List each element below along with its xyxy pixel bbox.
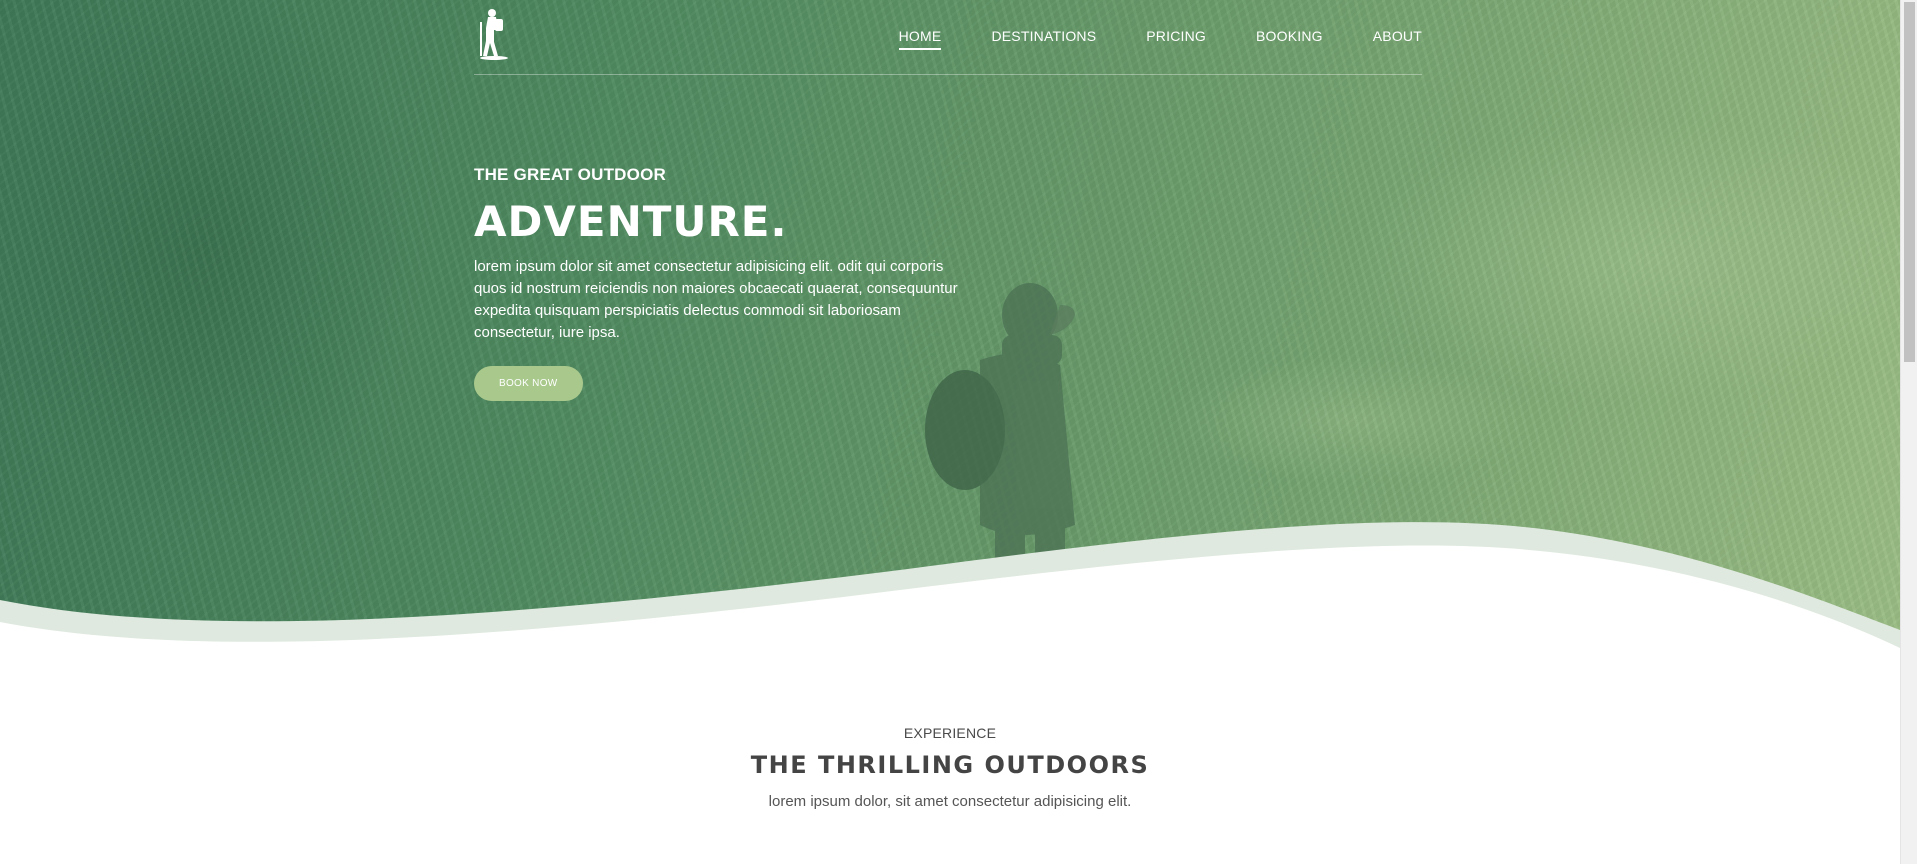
hero-lead-text: lorem ipsum dolor sit amet consectetur a…: [474, 258, 958, 341]
nav-item-booking[interactable]: BOOKING: [1256, 28, 1323, 50]
nav-menu: HOME DESTINATIONS PRICING BOOKING ABOUT: [849, 28, 1422, 50]
hero-content: THE GREAT OUTDOOR ADVENTURE. lorem ipsum…: [474, 165, 974, 401]
nav-item-about[interactable]: ABOUT: [1373, 28, 1422, 50]
section-title: THE THRILLING OUTDOORS: [750, 751, 1150, 779]
page-scrollbar[interactable]: [1900, 0, 1917, 864]
hero-headline: ADVENTURE.: [474, 197, 788, 246]
book-now-button[interactable]: BOOK NOW: [474, 366, 583, 401]
top-navigation: HOME DESTINATIONS PRICING BOOKING ABOUT: [474, 0, 1422, 75]
nav-item-pricing[interactable]: PRICING: [1146, 28, 1206, 50]
scrollbar-thumb[interactable]: [1904, 2, 1915, 362]
hero-eyebrow: THE GREAT OUTDOOR: [474, 165, 666, 184]
section-subtitle: lorem ipsum dolor, sit amet consectetur …: [768, 793, 1132, 810]
hiker-logo-icon[interactable]: [474, 8, 510, 60]
nav-item-home[interactable]: HOME: [898, 28, 942, 50]
section-eyebrow: EXPERIENCE: [903, 725, 997, 741]
experience-section: EXPERIENCE THE THRILLING OUTDOORS lorem …: [0, 725, 1900, 810]
nav-item-destinations[interactable]: DESTINATIONS: [991, 28, 1096, 50]
